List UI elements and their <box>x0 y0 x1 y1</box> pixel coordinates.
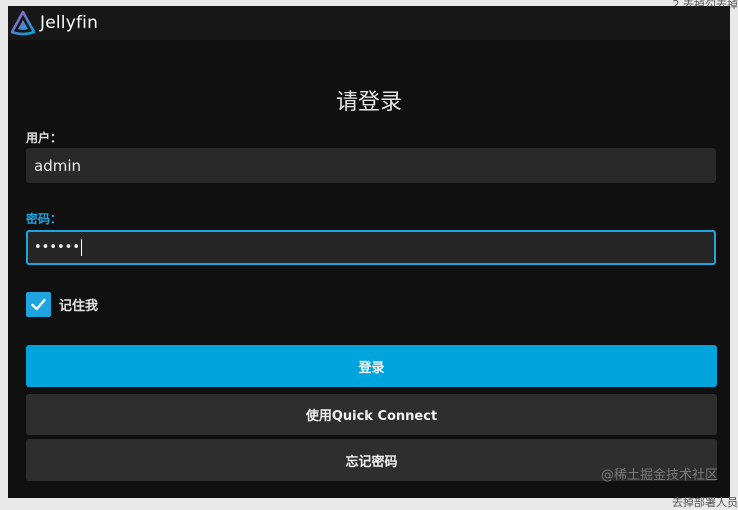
login-window: Jellyfin 请登录 用户： admin 密码： •••••• 记住我 登录… <box>8 6 730 498</box>
jellyfin-logo-icon <box>10 10 36 36</box>
username-input[interactable]: admin <box>26 148 716 183</box>
brand[interactable]: Jellyfin <box>10 10 98 36</box>
password-label: 密码： <box>26 210 62 227</box>
text-caret <box>81 239 82 256</box>
quick-connect-button[interactable]: 使用Quick Connect <box>26 394 717 435</box>
edge-text-bottom: 去掉部署人员 <box>672 494 738 510</box>
password-input[interactable]: •••••• <box>26 230 716 265</box>
password-masked-value: •••••• <box>34 240 80 255</box>
brand-name: Jellyfin <box>40 13 98 33</box>
login-button[interactable]: 登录 <box>26 345 717 387</box>
top-bar: Jellyfin <box>8 6 730 40</box>
username-value: admin <box>34 157 81 175</box>
checkmark-icon <box>30 296 47 313</box>
remember-me-label: 记住我 <box>59 295 98 314</box>
page-title: 请登录 <box>8 84 730 116</box>
username-label: 用户： <box>26 129 62 146</box>
remember-me[interactable]: 记住我 <box>26 292 98 317</box>
watermark: @稀土掘金技术社区 <box>601 464 718 483</box>
remember-me-checkbox[interactable] <box>26 292 51 317</box>
